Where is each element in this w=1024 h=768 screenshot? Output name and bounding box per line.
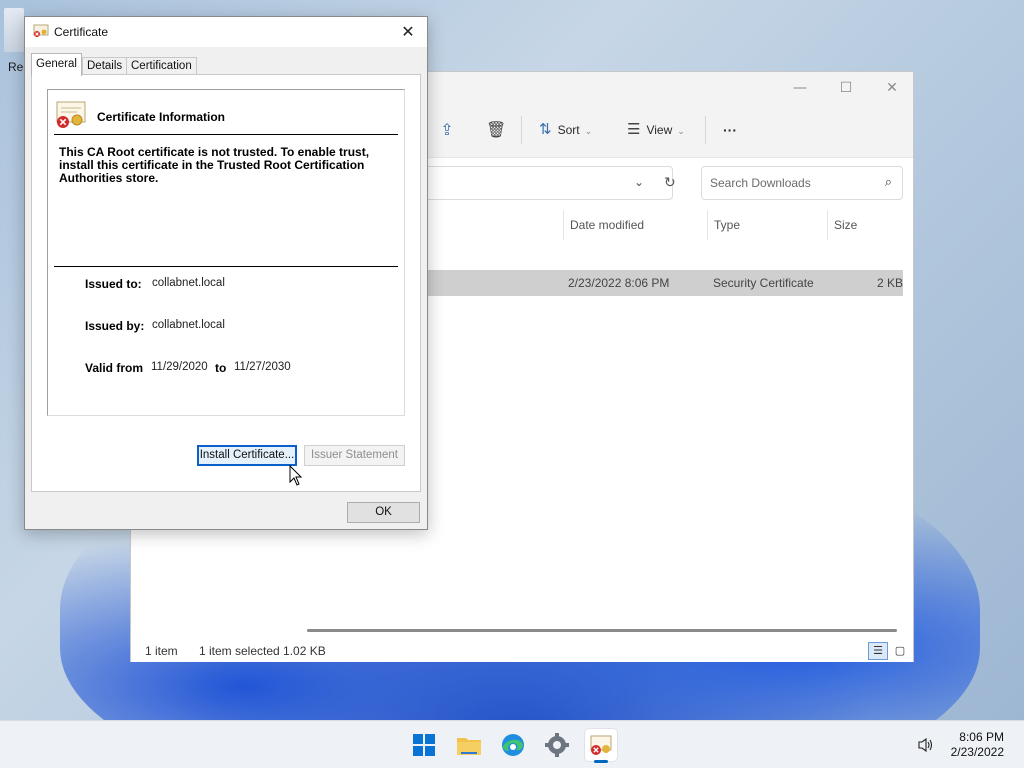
certificate-icon xyxy=(590,735,612,755)
minimize-button[interactable]: — xyxy=(777,76,823,100)
sort-icon: ⇅ xyxy=(539,121,552,138)
settings-taskbar-button[interactable] xyxy=(541,729,573,761)
file-size: 2 KB xyxy=(877,276,904,290)
column-header-size[interactable]: Size xyxy=(827,210,907,240)
maximize-button[interactable]: ☐ xyxy=(823,76,869,100)
issued-by-label: Issued by: xyxy=(85,319,145,333)
details-divider xyxy=(54,266,398,267)
chevron-down-icon: ⌄ xyxy=(584,126,593,136)
tab-general[interactable]: General xyxy=(31,53,82,76)
header-divider xyxy=(54,134,398,135)
valid-from-value: 11/29/2020 xyxy=(151,361,208,373)
navigation-pane xyxy=(131,532,291,640)
clock[interactable]: 8:06 PM 2/23/2022 xyxy=(951,730,1004,760)
tiles-view-icon[interactable]: ▢ xyxy=(890,642,910,660)
taskbar: 8:06 PM 2/23/2022 xyxy=(0,720,1024,768)
view-button[interactable]: ☰ View ⌄ xyxy=(627,118,685,142)
desktop-icon-label: Re xyxy=(8,60,24,74)
trust-warning-text: This CA Root certificate is not trusted.… xyxy=(59,145,370,185)
address-bar[interactable]: ls ⌄ ↻ xyxy=(411,166,676,200)
delete-icon[interactable]: 🗑 xyxy=(486,120,506,140)
active-app-indicator xyxy=(594,760,608,763)
search-box[interactable]: Search Downloads ⌕ xyxy=(701,166,903,200)
column-header-type[interactable]: Type xyxy=(707,210,827,240)
column-header-date-modified[interactable]: Date modified xyxy=(563,210,707,240)
valid-to-label: to xyxy=(215,361,227,375)
item-count: 1 item xyxy=(145,644,178,658)
untrusted-certificate-icon xyxy=(56,101,86,128)
sort-button[interactable]: ⇅ Sort ⌄ xyxy=(539,118,592,142)
gear-icon xyxy=(545,733,569,757)
issued-by-value: collabnet.local xyxy=(152,319,225,331)
view-label: View xyxy=(646,123,673,137)
dialog-title: Certificate xyxy=(54,25,109,39)
volume-icon[interactable] xyxy=(917,737,935,753)
refresh-icon[interactable]: ↻ xyxy=(664,175,676,191)
close-icon[interactable]: ✕ xyxy=(397,21,419,43)
folder-icon xyxy=(457,738,481,755)
search-placeholder: Search Downloads xyxy=(710,176,811,190)
certificate-dialog: Certificate ✕ General Details Certificat… xyxy=(24,16,428,530)
certificate-taskbar-button[interactable] xyxy=(585,729,617,763)
windows-logo-icon xyxy=(413,734,435,756)
view-icon: ☰ xyxy=(627,121,641,138)
file-date-modified: 2/23/2022 8:06 PM xyxy=(568,276,670,290)
tab-details[interactable]: Details xyxy=(82,57,128,75)
more-options-button[interactable]: ··· xyxy=(723,118,737,142)
status-bar: 1 item 1 item selected 1.02 KB ☰ ▢ xyxy=(131,640,913,662)
general-tab-panel: Certificate Information This CA Root cer… xyxy=(31,74,421,492)
clock-date: 2/23/2022 xyxy=(950,745,1004,759)
edge-browser-icon xyxy=(502,734,524,756)
install-certificate-button[interactable]: Install Certificate... xyxy=(197,445,297,466)
edge-taskbar-button[interactable] xyxy=(497,729,529,761)
start-button[interactable] xyxy=(408,729,440,761)
search-icon: ⌕ xyxy=(884,175,892,190)
issued-to-label: Issued to: xyxy=(85,277,142,291)
details-view-icon[interactable]: ☰ xyxy=(868,642,888,660)
toolbar-divider xyxy=(705,116,706,144)
chevron-down-icon: ⌄ xyxy=(677,126,685,136)
toolbar-divider xyxy=(521,116,522,144)
horizontal-scrollbar[interactable] xyxy=(307,629,897,632)
issuer-statement-button[interactable]: Issuer Statement xyxy=(304,445,405,466)
dialog-titlebar: Certificate ✕ xyxy=(25,17,427,47)
valid-to-value: 11/27/2030 xyxy=(234,361,291,373)
clock-time: 8:06 PM xyxy=(959,730,1004,744)
file-type: Security Certificate xyxy=(713,276,814,290)
selection-info: 1 item selected 1.02 KB xyxy=(199,644,326,658)
sort-label: Sort xyxy=(557,123,580,137)
issued-to-value: collabnet.local xyxy=(152,277,225,289)
certificate-info-header: Certificate Information xyxy=(97,110,226,124)
certificate-information-box: Certificate Information This CA Root cer… xyxy=(47,89,405,416)
desktop-icon-recycle-bin[interactable]: Re xyxy=(0,0,24,74)
chevron-down-icon[interactable]: ⌄ xyxy=(634,175,644,189)
close-button[interactable]: ✕ xyxy=(869,76,915,100)
mouse-cursor-icon xyxy=(289,465,303,486)
share-icon[interactable]: ⇪ xyxy=(437,120,457,140)
file-explorer-taskbar-button[interactable] xyxy=(453,729,485,761)
recycle-bin-icon xyxy=(4,8,24,52)
valid-from-label: Valid from xyxy=(85,361,144,375)
certificate-icon xyxy=(33,24,49,37)
tab-certification-path[interactable]: Certification Path xyxy=(126,57,197,88)
ok-button[interactable]: OK xyxy=(347,502,420,523)
